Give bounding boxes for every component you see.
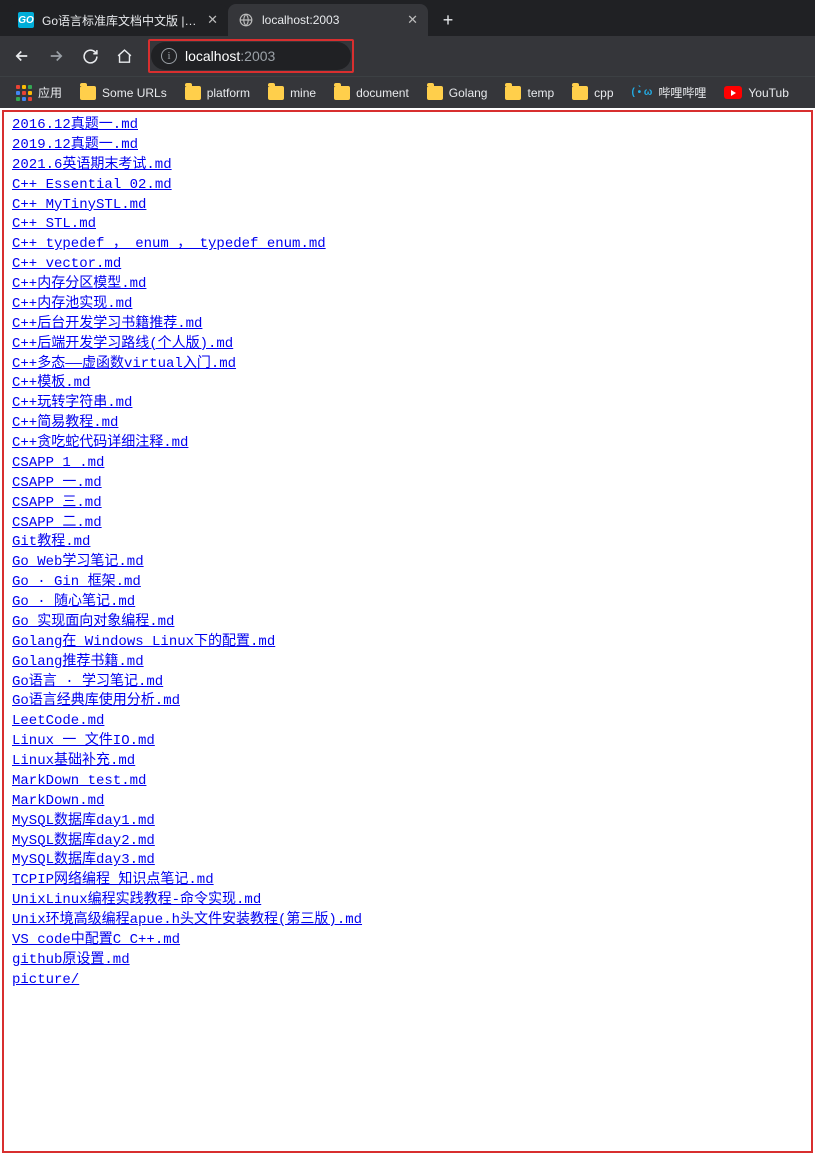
file-link[interactable]: C++内存分区模型.md (12, 275, 146, 295)
youtube-icon (724, 86, 742, 99)
close-icon[interactable]: ✕ (207, 12, 218, 28)
file-link[interactable]: CSAPP 三.md (12, 494, 102, 514)
file-link[interactable]: C++ STL.md (12, 215, 96, 235)
address-host: localhost (185, 48, 240, 64)
file-link[interactable]: C++内存池实现.md (12, 295, 132, 315)
file-link[interactable]: Go语言经典库使用分析.md (12, 692, 180, 712)
file-link[interactable]: C++ Essential 02.md (12, 176, 172, 196)
toolbar: i localhost:2003 (0, 36, 815, 76)
folder-icon (185, 86, 201, 100)
file-link[interactable]: Go · 随心笔记.md (12, 593, 135, 613)
folder-icon (334, 86, 350, 100)
file-link[interactable]: Git教程.md (12, 533, 90, 553)
reload-button[interactable] (76, 42, 104, 70)
file-link[interactable]: Linux基础补充.md (12, 752, 135, 772)
bookmark-label: Some URLs (102, 86, 167, 100)
file-link[interactable]: Go · Gin 框架.md (12, 573, 141, 593)
bookmark-label: document (356, 86, 409, 100)
bookmark-label: 哔哩哔哩 (658, 84, 706, 101)
bookmark-item[interactable]: ( •̀ ω 哔哩哔哩 (626, 82, 713, 103)
folder-icon (268, 86, 284, 100)
bookmark-item[interactable]: Golang (421, 82, 494, 103)
file-link[interactable]: MySQL数据库day1.md (12, 812, 155, 832)
file-link[interactable]: UnixLinux编程实践教程-命令实现.md (12, 891, 261, 911)
bookmark-item[interactable]: temp (499, 82, 560, 103)
bookmark-item[interactable]: cpp (566, 82, 619, 103)
file-link[interactable]: Golang推荐书籍.md (12, 653, 144, 673)
directory-listing: 2016.12真题一.md2019.12真题一.md2021.6英语期末考试.m… (2, 110, 813, 1153)
apps-label: 应用 (38, 84, 62, 101)
go-favicon-icon: GO (18, 12, 34, 28)
file-link[interactable]: MySQL数据库day3.md (12, 851, 155, 871)
back-button[interactable] (8, 42, 36, 70)
file-link[interactable]: TCPIP网络编程 知识点笔记.md (12, 871, 214, 891)
file-link[interactable]: MarkDown test.md (12, 772, 146, 792)
file-link[interactable]: Unix环境高级编程apue.h头文件安装教程(第三版).md (12, 911, 362, 931)
tab-1[interactable]: localhost:2003 ✕ (228, 4, 428, 36)
file-link[interactable]: C++玩转字符串.md (12, 394, 132, 414)
file-link[interactable]: 2019.12真题一.md (12, 136, 138, 156)
bookmark-item[interactable]: document (328, 82, 415, 103)
file-link[interactable]: MarkDown.md (12, 792, 104, 812)
tab-0[interactable]: GO Go语言标准库文档中文版 | Go语 ✕ (8, 4, 228, 36)
file-link[interactable]: C++ typedef ， enum ， typedef enum.md (12, 235, 326, 255)
file-link[interactable]: CSAPP 二.md (12, 514, 102, 534)
address-bar[interactable]: i localhost:2003 (151, 42, 351, 70)
tab-title: Go语言标准库文档中文版 | Go语 (42, 12, 199, 29)
file-link[interactable]: C++简易教程.md (12, 414, 118, 434)
forward-button[interactable] (42, 42, 70, 70)
file-link[interactable]: C++ MyTinySTL.md (12, 196, 146, 216)
file-link[interactable]: C++多态——虚函数virtual入门.md (12, 355, 236, 375)
file-link[interactable]: C++贪吃蛇代码详细注释.md (12, 434, 188, 454)
home-button[interactable] (110, 42, 138, 70)
globe-favicon-icon (238, 12, 254, 28)
file-link[interactable]: 2021.6英语期末考试.md (12, 156, 172, 176)
folder-icon (505, 86, 521, 100)
file-link[interactable]: C++模板.md (12, 374, 90, 394)
file-link[interactable]: Linux 一 文件IO.md (12, 732, 155, 752)
file-link[interactable]: github原设置.md (12, 951, 130, 971)
folder-icon (427, 86, 443, 100)
file-link[interactable]: LeetCode.md (12, 712, 104, 732)
folder-icon (572, 86, 588, 100)
bookmark-label: cpp (594, 86, 613, 100)
file-link[interactable]: MySQL数据库day2.md (12, 832, 155, 852)
new-tab-button[interactable]: + (434, 6, 462, 34)
address-bar-highlight: i localhost:2003 (148, 39, 354, 73)
apps-button[interactable]: 应用 (10, 82, 68, 103)
address-port: :2003 (240, 48, 275, 64)
apps-grid-icon (16, 85, 32, 101)
file-link[interactable]: C++后台开发学习书籍推荐.md (12, 315, 202, 335)
file-link[interactable]: 2016.12真题一.md (12, 116, 138, 136)
file-link[interactable]: Go Web学习笔记.md (12, 553, 144, 573)
file-link[interactable]: picture/ (12, 971, 79, 991)
bookmark-item[interactable]: YouTub (718, 82, 794, 103)
bookmarks-bar: 应用 Some URLs platform mine document Golang te… (0, 76, 815, 108)
bookmark-label: Golang (449, 86, 488, 100)
bookmark-item[interactable]: mine (262, 82, 322, 103)
bilibili-icon: ( •̀ ω (632, 87, 653, 98)
file-link[interactable]: Go 实现面向对象编程.md (12, 613, 174, 633)
bookmark-label: mine (290, 86, 316, 100)
file-link[interactable]: CSAPP 一.md (12, 474, 102, 494)
file-link[interactable]: C++ vector.md (12, 255, 121, 275)
browser-chrome: GO Go语言标准库文档中文版 | Go语 ✕ localhost:2003 ✕… (0, 0, 815, 108)
bookmark-label: YouTub (748, 86, 788, 100)
close-icon[interactable]: ✕ (407, 12, 418, 28)
file-link[interactable]: C++后端开发学习路线(个人版).md (12, 335, 233, 355)
file-link[interactable]: CSAPP 1 .md (12, 454, 104, 474)
tab-title: localhost:2003 (262, 13, 399, 27)
file-link[interactable]: Go语言 · 学习笔记.md (12, 673, 163, 693)
address-text: localhost:2003 (185, 48, 275, 64)
site-info-icon[interactable]: i (161, 48, 177, 64)
bookmark-label: platform (207, 86, 250, 100)
bookmark-item[interactable]: platform (179, 82, 256, 103)
file-link[interactable]: VS code中配置C C++.md (12, 931, 180, 951)
folder-icon (80, 86, 96, 100)
bookmark-item[interactable]: Some URLs (74, 82, 173, 103)
file-link[interactable]: Golang在 Windows Linux下的配置.md (12, 633, 275, 653)
tab-strip: GO Go语言标准库文档中文版 | Go语 ✕ localhost:2003 ✕… (0, 0, 815, 36)
bookmark-label: temp (527, 86, 554, 100)
